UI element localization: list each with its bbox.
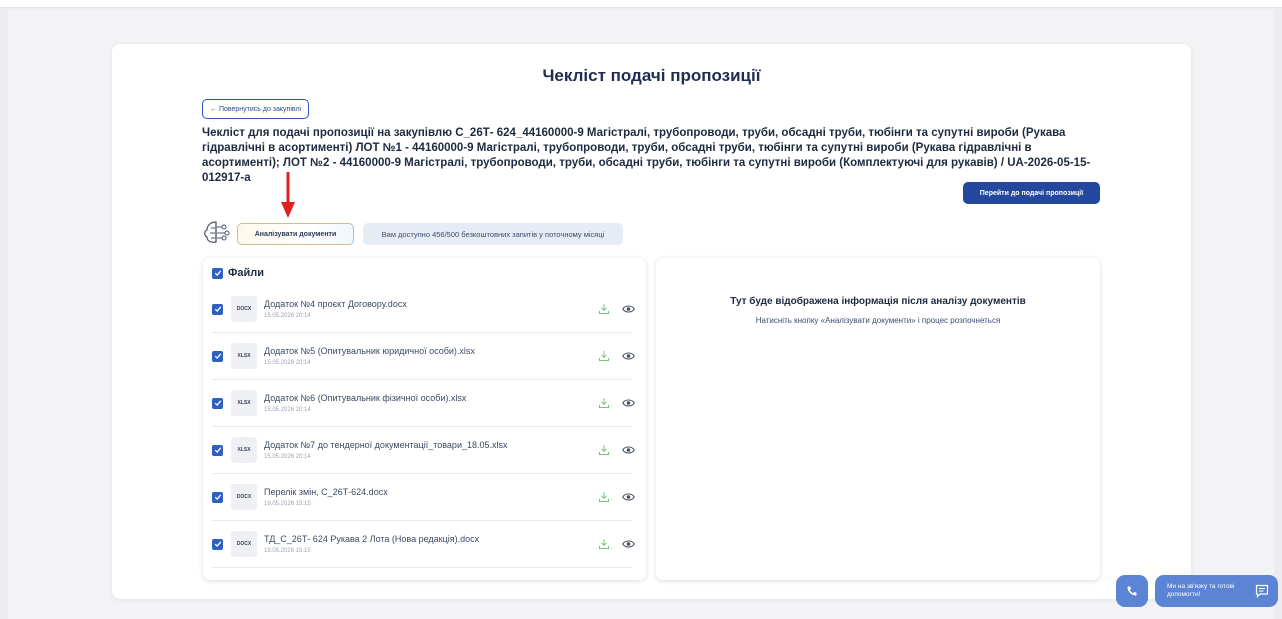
file-name: ТД_С_26Т- 624 Рукава 2 Лота (Нова редакц… (264, 534, 480, 544)
check-icon (214, 494, 221, 501)
file-name: Додаток №7 до тендерної документації_тов… (264, 440, 508, 450)
file-row: DOCX Додаток №4 проєкт Договору.docx 15.0… (212, 286, 635, 333)
file-type-badge: XLSX (231, 343, 257, 369)
file-name: Перелік змін, С_26Т-624.docx (264, 487, 388, 497)
file-date: 15.05.2026 20:14 (264, 360, 311, 366)
files-panel: Файли DOCX Додаток №4 проєкт Договору.do… (203, 258, 646, 580)
download-icon[interactable] (598, 538, 610, 550)
call-button[interactable] (1116, 575, 1148, 607)
info-subtitle: Натисніть кнопку «Аналізувати документи»… (755, 316, 1001, 325)
file-checkbox[interactable] (212, 444, 223, 456)
file-type-badge: DOCX (231, 484, 257, 510)
support-chat-button[interactable]: Ми на зв'язку та готові допомогти! (1155, 575, 1278, 607)
eye-icon[interactable] (622, 492, 635, 502)
files-title: Файли (228, 267, 265, 279)
check-icon (214, 447, 221, 454)
download-icon[interactable] (598, 350, 610, 362)
ai-brain-icon (204, 221, 230, 243)
eye-icon[interactable] (622, 445, 635, 455)
file-type-badge: DOCX (231, 296, 257, 322)
file-name: Додаток №4 проєкт Договору.docx (264, 299, 407, 309)
eye-icon[interactable] (622, 539, 635, 549)
checklist-card: Чекліст подачі пропозиції ← Повернутись … (112, 44, 1191, 599)
file-name: Додаток №6 (Опитувальник фізичної особи)… (264, 393, 467, 403)
top-bar (0, 0, 1282, 8)
red-arrow-icon (281, 172, 295, 218)
analysis-info-panel: Тут буде відображена інформація після ан… (656, 258, 1100, 580)
file-type-badge: XLSX (231, 437, 257, 463)
file-date: 15.05.2026 20:14 (264, 407, 311, 413)
file-name: Додаток №5 (Опитувальник юридичної особи… (264, 346, 475, 356)
file-type-badge: XLSX (231, 390, 257, 416)
file-date: 19.05.2026 15:15 (264, 548, 311, 554)
file-row: DOCX ТД_С_26Т- 624 Рукава 2 Лота (Нова р… (212, 521, 635, 568)
go-to-submit-button[interactable]: Перейти до подачі пропозиції (963, 182, 1100, 204)
download-icon[interactable] (598, 303, 610, 315)
select-all-checkbox[interactable] (212, 267, 223, 279)
download-icon[interactable] (598, 491, 610, 503)
procurement-heading: Чекліст для подачі пропозиції на закупів… (202, 127, 1091, 184)
eye-icon[interactable] (622, 351, 635, 361)
quota-badge: Вам доступно 456/500 безкоштовних запиті… (363, 223, 623, 245)
back-to-procurement-button[interactable]: ← Повернутись до закупівлі (202, 99, 310, 119)
page-title: Чекліст подачі пропозиції (542, 66, 761, 85)
support-chat-text: Ми на зв'язку та готові допомогти! (1167, 583, 1235, 598)
file-date: 15.05.2026 20:14 (264, 454, 311, 460)
file-date: 15.05.2026 20:14 (264, 313, 311, 319)
file-date: 19.05.2026 15:15 (264, 501, 311, 507)
file-type-badge: DOCX (231, 531, 257, 557)
phone-icon (1127, 586, 1137, 596)
file-checkbox[interactable] (212, 538, 223, 550)
check-icon (214, 306, 221, 313)
file-row: DOCX Перелік змін, С_26Т-624.docx 19.05.2… (212, 474, 635, 521)
chat-icon (1255, 584, 1269, 598)
file-checkbox[interactable] (212, 350, 223, 362)
eye-icon[interactable] (622, 304, 635, 314)
download-icon[interactable] (598, 444, 610, 456)
eye-icon[interactable] (622, 398, 635, 408)
file-row: XLSX Додаток №5 (Опитувальник юридичної … (212, 333, 635, 380)
file-checkbox[interactable] (212, 303, 223, 315)
check-icon (214, 353, 221, 360)
file-checkbox[interactable] (212, 491, 223, 503)
file-row: XLSX Додаток №6 (Опитувальник фізичної о… (212, 380, 635, 427)
info-title: Тут буде відображена інформація після ан… (730, 296, 1026, 307)
file-row: XLSX Додаток №7 до тендерної документаці… (212, 427, 635, 474)
check-icon (214, 400, 221, 407)
check-icon (214, 270, 221, 277)
files-header: Файли (212, 267, 264, 279)
check-icon (214, 541, 221, 548)
analyze-documents-button[interactable]: Аналізувати документи (237, 223, 354, 245)
file-checkbox[interactable] (212, 397, 223, 409)
download-icon[interactable] (598, 397, 610, 409)
